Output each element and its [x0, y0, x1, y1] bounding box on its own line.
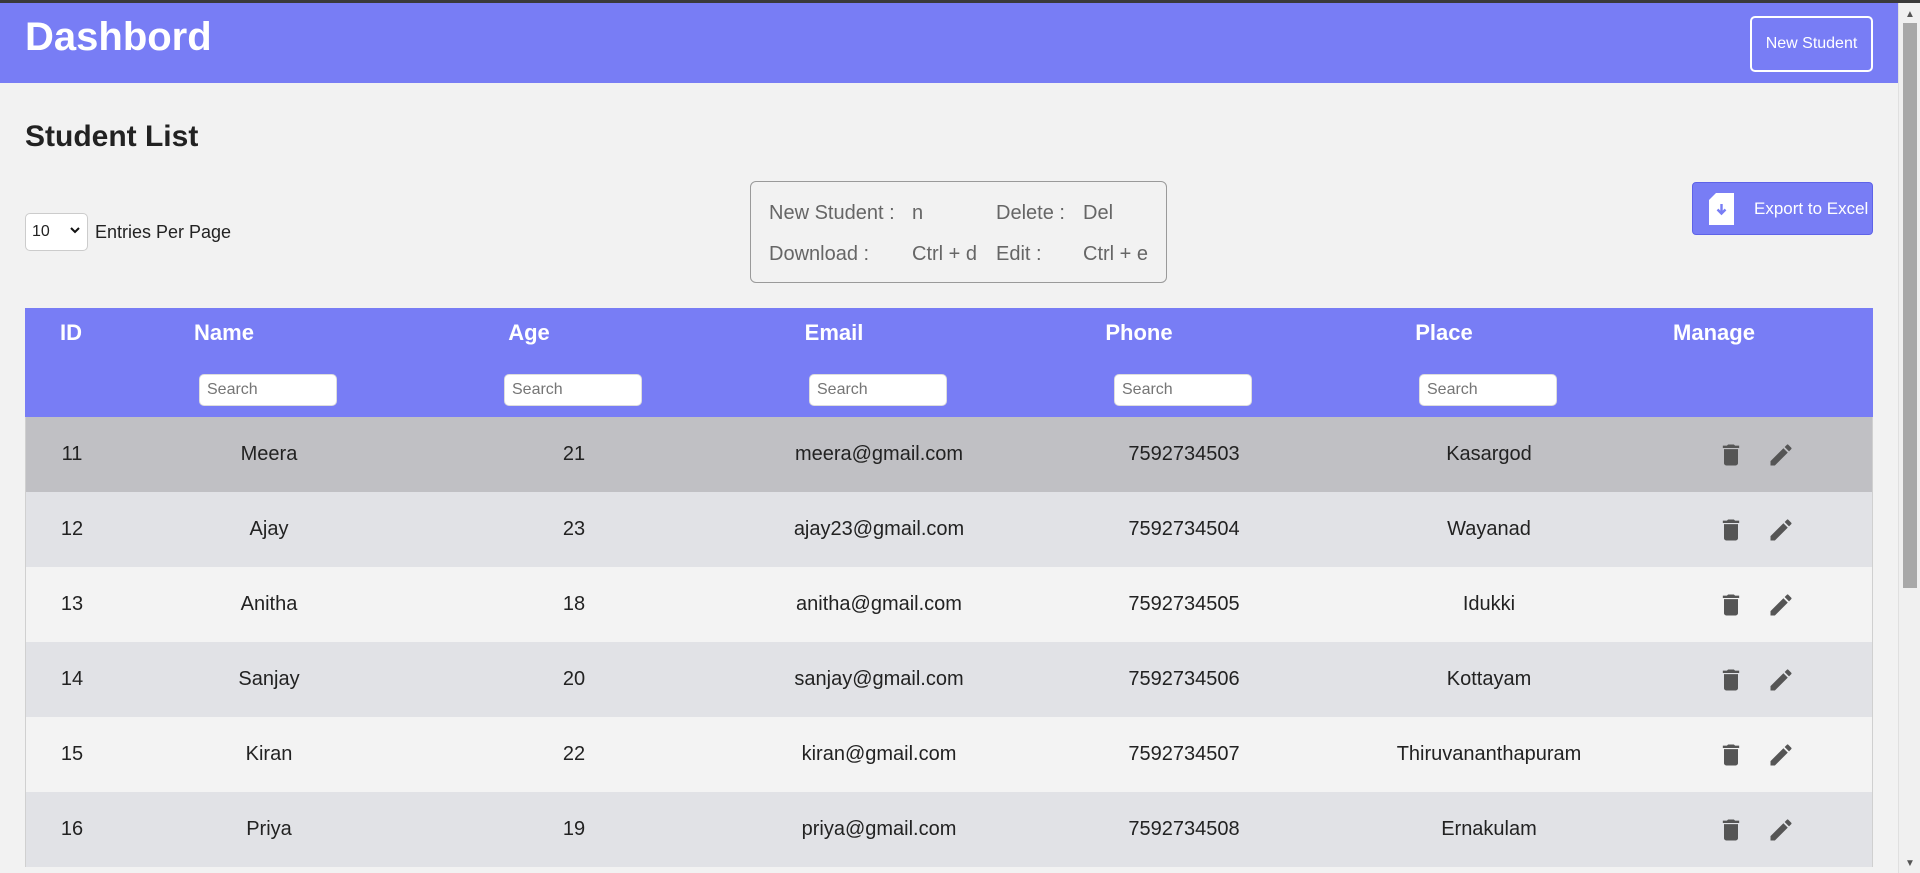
- cell-name: Meera: [240, 443, 298, 465]
- cell-phone: 7592734505: [1128, 593, 1240, 615]
- column-header-id: ID: [60, 320, 82, 345]
- trash-icon[interactable]: [1717, 741, 1745, 769]
- shortcut-edit-label: Edit :: [996, 243, 1042, 265]
- table-row: 13 Anitha 18 anitha@gmail.com 7592734505 Iduk…: [25, 567, 1873, 642]
- app-title: Dashbord: [25, 15, 212, 59]
- scroll-up-arrow-icon[interactable]: ▲: [1905, 9, 1915, 20]
- table-row: 15 Kiran 22 kiran@gmail.com 7592734507 Thiruv…: [25, 717, 1873, 792]
- trash-icon[interactable]: [1717, 816, 1745, 844]
- cell-email: sanjay@gmail.com: [794, 668, 964, 690]
- shortcut-new-student-key: n: [912, 202, 924, 224]
- search-age-input[interactable]: [504, 374, 642, 406]
- cell-phone: 7592734507: [1128, 743, 1240, 765]
- table-row: 16 Priya 19 priya@gmail.com 7592734508 Ernaku…: [25, 792, 1873, 867]
- trash-icon[interactable]: [1717, 441, 1745, 469]
- scrollbar-thumb[interactable]: [1903, 23, 1917, 588]
- cell-name: Sanjay: [238, 668, 300, 690]
- new-student-button[interactable]: New Student: [1750, 16, 1873, 72]
- student-table: ID Name Age Email Phone Place Manage 11M…: [25, 308, 1873, 867]
- chevron-down-icon: [69, 223, 81, 239]
- top-header: Dashbord New Student: [0, 3, 1898, 83]
- cell-phone: 7592734506: [1128, 668, 1240, 690]
- column-header-phone: Phone: [1105, 320, 1173, 345]
- pencil-icon[interactable]: [1767, 741, 1795, 769]
- cell-place: Ernakulam: [1441, 818, 1537, 840]
- keyboard-shortcuts-panel: New Student : n Delete : Del Download : …: [750, 181, 1167, 283]
- trash-icon[interactable]: [1717, 591, 1745, 619]
- cell-place: Wayanad: [1447, 518, 1531, 540]
- pencil-icon[interactable]: [1767, 666, 1795, 694]
- entries-select[interactable]: 10: [25, 213, 88, 251]
- cell-name: Ajay: [249, 518, 289, 540]
- search-phone-input[interactable]: [1114, 374, 1252, 406]
- cell-age: 18: [562, 593, 586, 615]
- cell-email: kiran@gmail.com: [801, 743, 957, 765]
- cell-place: Kasargod: [1446, 443, 1532, 465]
- column-header-manage: Manage: [1673, 320, 1755, 345]
- column-header-place: Place: [1415, 320, 1473, 345]
- column-header-email: Email: [804, 320, 864, 345]
- scroll-down-arrow-icon[interactable]: ▼: [1905, 858, 1915, 869]
- cell-email: ajay23@gmail.com: [793, 518, 965, 540]
- cell-place: Idukki: [1462, 593, 1516, 615]
- cell-place: Kottayam: [1446, 668, 1532, 690]
- cell-age: 19: [562, 818, 586, 840]
- column-header-name: Name: [194, 320, 254, 345]
- cell-phone: 7592734508: [1128, 818, 1240, 840]
- cell-email: anitha@gmail.com: [796, 593, 962, 615]
- cell-name: Anitha: [240, 593, 298, 615]
- cell-email: meera@gmail.com: [794, 443, 964, 465]
- export-to-excel-button[interactable]: Export to Excel: [1692, 182, 1873, 235]
- table-header: ID Name Age Email Phone Place Manage: [25, 308, 1873, 417]
- entries-label: Entries Per Page: [95, 221, 232, 242]
- cell-age: 20: [562, 668, 586, 690]
- table-row: 14 Sanjay 20 sanjay@gmail.com 7592734506 Kott…: [25, 642, 1873, 717]
- search-name-input[interactable]: [199, 374, 337, 406]
- vertical-scrollbar[interactable]: ▲ ▼: [1898, 3, 1920, 873]
- shortcut-download-key: Ctrl + d: [912, 243, 978, 265]
- column-header-age: Age: [508, 320, 550, 345]
- trash-icon[interactable]: [1717, 516, 1745, 544]
- search-email-input[interactable]: [809, 374, 947, 406]
- shortcut-delete-key: Del: [1083, 202, 1114, 224]
- entries-select-value: 10: [32, 223, 50, 240]
- cell-name: Kiran: [245, 743, 293, 765]
- pencil-icon[interactable]: [1767, 516, 1795, 544]
- cell-age: 23: [562, 518, 586, 540]
- table-body: 11 Meera 21 meera@gmail.com 7592734503 Kasarg…: [25, 417, 1873, 867]
- shortcut-delete-label: Delete :: [996, 202, 1065, 224]
- shortcut-new-student-label: New Student :: [769, 202, 895, 224]
- pencil-icon[interactable]: [1767, 591, 1795, 619]
- cell-name: Priya: [246, 818, 292, 840]
- export-label: Export to Excel: [1754, 198, 1869, 218]
- cell-phone: 7592734504: [1128, 518, 1240, 540]
- cell-phone: 7592734503: [1128, 443, 1240, 465]
- page-title: Student List: [25, 120, 199, 153]
- entries-per-page: 10 Entries Per Page: [25, 213, 231, 251]
- trash-icon[interactable]: [1717, 666, 1745, 694]
- cell-place: Thiruvananthapuram: [1396, 743, 1582, 765]
- table-row: 11 Meera 21 meera@gmail.com 7592734503 Kasarg…: [25, 417, 1873, 492]
- cell-email: priya@gmail.com: [801, 818, 957, 840]
- shortcut-download-label: Download :: [769, 243, 870, 265]
- pencil-icon[interactable]: [1767, 816, 1795, 844]
- cell-age: 22: [562, 743, 586, 765]
- cell-age: 21: [562, 443, 586, 465]
- search-place-input[interactable]: [1419, 374, 1557, 406]
- file-download-icon: [1709, 192, 1734, 225]
- table-row: 12 Ajay 23 ajay23@gmail.com 7592734504 Wayana…: [25, 492, 1873, 567]
- shortcut-edit-key: Ctrl + e: [1083, 243, 1149, 265]
- pencil-icon[interactable]: [1767, 441, 1795, 469]
